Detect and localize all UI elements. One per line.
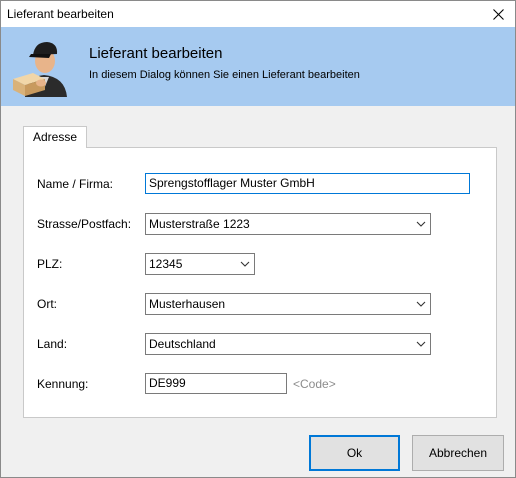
name-field[interactable]: Sprengstofflager Muster GmbH: [145, 173, 470, 194]
city-value: Musterhausen: [149, 297, 226, 311]
plz-label: PLZ:: [37, 257, 63, 271]
tab-adresse[interactable]: Adresse: [23, 126, 87, 148]
chevron-down-icon[interactable]: [416, 340, 426, 348]
plz-value: 12345: [149, 257, 183, 271]
city-combobox[interactable]: Musterhausen: [145, 293, 431, 315]
close-button[interactable]: [481, 1, 515, 27]
kennung-field[interactable]: DE999: [145, 373, 287, 394]
street-label: Strasse/Postfach:: [37, 217, 132, 231]
name-label: Name / Firma:: [37, 177, 114, 191]
dialog-header: Lieferant bearbeiten In diesem Dialog kö…: [1, 27, 515, 106]
close-icon: [492, 8, 504, 20]
kennung-hint: <Code>: [293, 377, 336, 391]
dialog-window: Lieferant bearbeiten Lieferant bearbeite…: [0, 0, 516, 478]
country-value: Deutschland: [149, 337, 216, 351]
ok-button[interactable]: Ok: [309, 435, 400, 471]
chevron-down-icon[interactable]: [416, 220, 426, 228]
header-subtitle: In diesem Dialog können Sie einen Liefer…: [89, 69, 360, 81]
country-label: Land:: [37, 337, 68, 351]
plz-combobox[interactable]: 12345: [145, 253, 255, 275]
kennung-label: Kennung:: [37, 377, 89, 391]
cancel-button[interactable]: Abbrechen: [412, 435, 504, 471]
header-title: Lieferant bearbeiten: [89, 45, 223, 62]
title-bar: Lieferant bearbeiten: [1, 1, 515, 27]
delivery-person-icon: [13, 42, 67, 97]
city-label: Ort:: [37, 297, 57, 311]
street-value: Musterstraße 1223: [149, 217, 250, 231]
chevron-down-icon[interactable]: [416, 300, 426, 308]
street-combobox[interactable]: Musterstraße 1223: [145, 213, 431, 235]
window-title: Lieferant bearbeiten: [7, 7, 114, 21]
country-combobox[interactable]: Deutschland: [145, 333, 431, 355]
chevron-down-icon[interactable]: [240, 260, 250, 268]
